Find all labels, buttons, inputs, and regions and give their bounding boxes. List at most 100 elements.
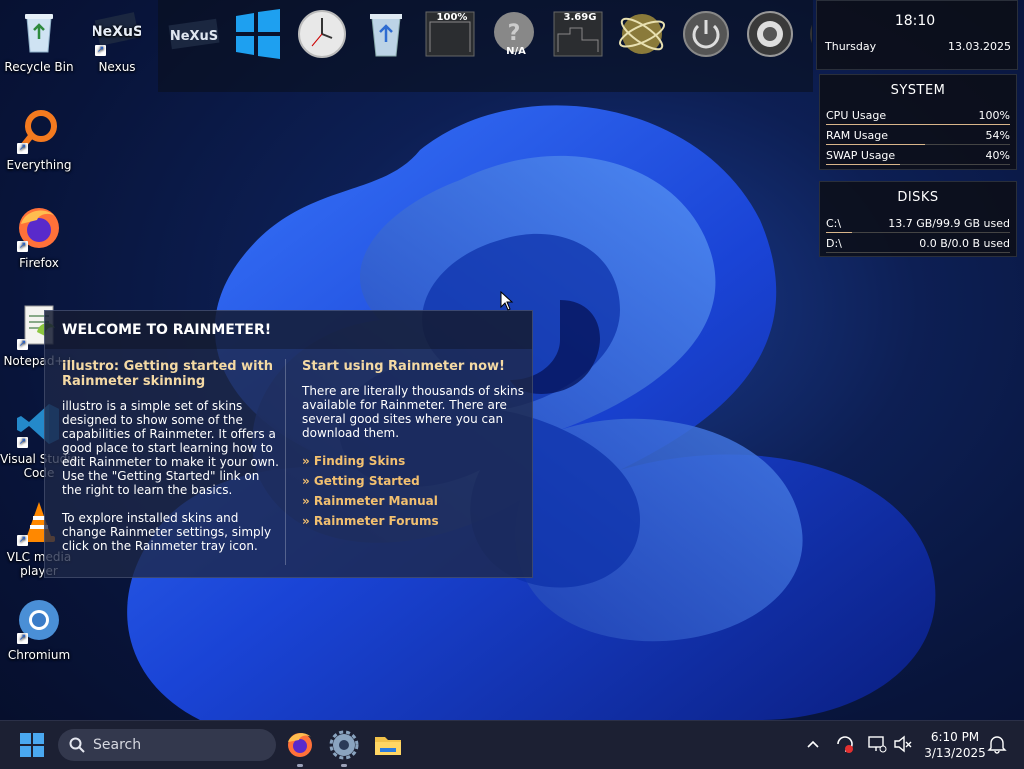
welcome-left-column: illustro: Getting started with Rainmeter… xyxy=(62,359,280,567)
system-widget: SYSTEM CPU Usage 100% RAM Usage 54% SWAP… xyxy=(819,74,1017,170)
meter-bar xyxy=(826,124,1010,125)
notification-bell-icon[interactable] xyxy=(986,733,1008,755)
desktop-icon-label: Nexus xyxy=(98,60,136,74)
welcome-title: WELCOME TO RAINMETER! xyxy=(45,311,532,349)
disks-widget: DISKS C:\ 13.7 GB/99.9 GB used D:\ 0.0 B… xyxy=(819,181,1017,257)
everything-magnifier-icon: ↗ xyxy=(15,106,63,154)
clock-widget: 18:10 Thursday 13.03.2025 xyxy=(816,0,1018,70)
settings-gear-icon xyxy=(329,730,359,760)
desktop-icon-label: Everything xyxy=(6,158,72,172)
cpu-meter-label: 100% xyxy=(436,12,468,23)
taskbar-settings-button[interactable] xyxy=(328,729,360,767)
meter-value: 100% xyxy=(978,109,1010,122)
cpu-usage-row: CPU Usage 100% xyxy=(826,109,1010,125)
clock-icon[interactable] xyxy=(296,8,348,60)
desktop-icon-everything[interactable]: ↗ Everything xyxy=(0,106,78,172)
power-icon[interactable] xyxy=(680,8,732,60)
firefox-icon xyxy=(288,733,312,757)
meter-fill xyxy=(826,232,852,233)
chromium-icon: ↗ xyxy=(15,596,63,644)
desktop-icon-label: Recycle Bin xyxy=(4,60,74,74)
network-icon[interactable] xyxy=(866,733,888,755)
start-button[interactable] xyxy=(20,733,44,757)
taskbar-search-box[interactable]: Search xyxy=(58,729,276,761)
volume-muted-icon[interactable] xyxy=(892,733,914,755)
clock-day: Thursday xyxy=(825,40,877,53)
meter-value: 54% xyxy=(985,129,1010,142)
speaker-icon[interactable] xyxy=(744,8,796,60)
svg-text:NeXuS: NeXuS xyxy=(170,29,218,44)
system-widget-title: SYSTEM xyxy=(890,83,946,98)
meter-value: 40% xyxy=(985,149,1010,162)
search-icon xyxy=(69,737,85,753)
swap-usage-row: SWAP Usage 40% xyxy=(826,149,1010,165)
recycle-bin-icon[interactable] xyxy=(360,8,412,60)
meter-bar xyxy=(826,252,1010,253)
link-rainmeter-manual[interactable]: » Rainmeter Manual xyxy=(302,494,524,508)
network-globe-icon[interactable] xyxy=(616,8,668,60)
meter-label: C:\ xyxy=(826,217,842,230)
top-dock: NeXuS 100% ? N/A 3.69G xyxy=(158,0,813,92)
meter-fill xyxy=(826,144,926,145)
desktop-icon-nexus[interactable]: NeXuS ↗ Nexus xyxy=(78,8,156,74)
desktop-icon-label: Chromium xyxy=(7,648,71,662)
disks-widget-title: DISKS xyxy=(897,190,939,205)
nexus-icon: NeXuS ↗ xyxy=(91,8,143,56)
svg-text:?: ? xyxy=(508,21,521,46)
welcome-left-para2: To explore installed skins and change Ra… xyxy=(62,511,272,553)
meter-value: 13.7 GB/99.9 GB used xyxy=(888,217,1010,230)
meter-label: D:\ xyxy=(826,237,842,250)
meter-fill xyxy=(826,124,1010,125)
meter-fill xyxy=(826,164,900,165)
chevron-up-icon[interactable] xyxy=(802,733,824,755)
shortcut-arrow-icon: ↗ xyxy=(17,633,28,644)
meter-bar xyxy=(826,164,1010,165)
shortcut-arrow-icon: ↗ xyxy=(17,535,28,546)
welcome-left-para1: illustro is a simple set of skins design… xyxy=(62,399,279,497)
link-getting-started[interactable]: » Getting Started xyxy=(302,474,524,488)
ram-meter-label: 3.69G xyxy=(563,12,597,23)
ram-usage-row: RAM Usage 54% xyxy=(826,129,1010,145)
clock-time: 18:10 xyxy=(894,13,936,29)
disk-d-row: D:\ 0.0 B/0.0 B used xyxy=(826,237,1010,253)
welcome-right-column: Start using Rainmeter now! There are lit… xyxy=(302,359,524,534)
taskbar-file-explorer-button[interactable] xyxy=(372,729,404,761)
system-date: 3/13/2025 xyxy=(924,746,986,760)
mouse-pointer-icon xyxy=(500,290,514,311)
link-finding-skins[interactable]: » Finding Skins xyxy=(302,454,524,468)
desktop-icon-firefox[interactable]: ↗ Firefox xyxy=(0,204,78,270)
nexus-logo-icon[interactable]: NeXuS xyxy=(168,8,220,60)
system-time: 6:10 PM xyxy=(930,730,980,744)
shortcut-arrow-icon: ↗ xyxy=(17,339,28,350)
firefox-icon: ↗ xyxy=(15,204,63,252)
meter-bar xyxy=(826,232,1010,233)
shortcut-arrow-icon: ↗ xyxy=(17,241,28,252)
welcome-right-heading: Start using Rainmeter now! xyxy=(302,359,505,374)
desktop-icon-label: Firefox xyxy=(19,256,59,270)
windows-start-icon xyxy=(20,733,44,757)
recycle-bin-icon xyxy=(15,8,63,56)
desktop-icon-recycle-bin[interactable]: Recycle Bin xyxy=(0,8,78,74)
rainmeter-welcome-panel[interactable]: WELCOME TO RAINMETER! illustro: Getting … xyxy=(44,310,533,578)
system-clock[interactable]: 6:10 PM 3/13/2025 xyxy=(918,729,992,761)
svg-text:NeXuS: NeXuS xyxy=(93,24,141,40)
welcome-left-heading: illustro: Getting started with Rainmeter… xyxy=(62,359,274,389)
link-rainmeter-forums[interactable]: » Rainmeter Forums xyxy=(302,514,524,528)
meter-label: CPU Usage xyxy=(826,109,887,122)
running-indicator xyxy=(341,764,347,767)
meter-label: RAM Usage xyxy=(826,129,888,142)
file-explorer-icon xyxy=(375,737,401,755)
taskbar-firefox-button[interactable] xyxy=(284,729,316,767)
desktop-icon-chromium[interactable]: ↗ Chromium xyxy=(0,596,78,662)
clock-date: 13.03.2025 xyxy=(948,40,1011,53)
running-indicator xyxy=(297,764,303,767)
shortcut-arrow-icon: ↗ xyxy=(95,45,106,56)
shortcut-arrow-icon: ↗ xyxy=(17,143,28,154)
search-placeholder: Search xyxy=(93,737,142,753)
webcam-icon[interactable] xyxy=(806,8,812,60)
disk-c-row: C:\ 13.7 GB/99.9 GB used xyxy=(826,217,1010,233)
windows-logo-icon[interactable] xyxy=(232,8,284,60)
meter-value: 0.0 B/0.0 B used xyxy=(919,237,1010,250)
help-label: N/A xyxy=(506,46,526,57)
rainmeter-tray-icon[interactable] xyxy=(834,733,856,755)
